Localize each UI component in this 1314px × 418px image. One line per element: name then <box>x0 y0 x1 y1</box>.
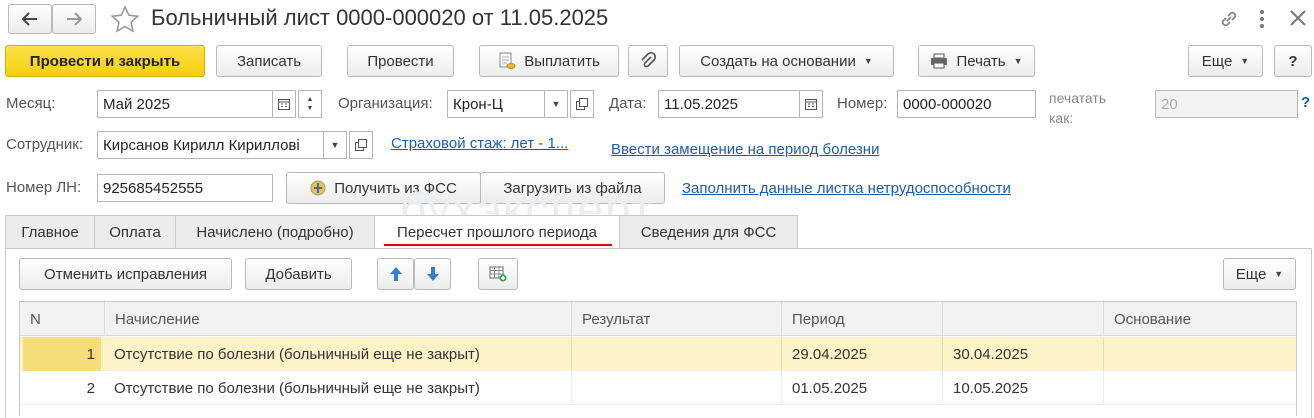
calendar-icon[interactable] <box>272 90 296 118</box>
basis-cell <box>1103 337 1296 371</box>
table-header: N Начисление Результат Период Основание <box>20 302 1296 336</box>
arrow-right-icon <box>67 12 82 26</box>
attach-button[interactable] <box>628 45 668 77</box>
move-down-button[interactable] <box>414 258 451 290</box>
tab-payment[interactable]: Оплата <box>94 215 176 248</box>
month-spinner[interactable]: ▲ ▼ <box>298 90 322 118</box>
period-from-cell: 29.04.2025 <box>781 337 942 371</box>
create-based-on-label: Создать на основании <box>700 52 856 70</box>
chevron-down-icon: ▼ <box>1013 56 1023 66</box>
arrow-up-icon <box>389 267 402 281</box>
move-up-button[interactable] <box>377 258 414 290</box>
organization-label: Организация: <box>338 95 433 112</box>
post-and-close-button[interactable]: Провести и закрыть <box>5 45 205 77</box>
result-cell <box>571 371 781 405</box>
arrow-down-icon <box>426 267 439 281</box>
window-title: Больничный лист 0000-000020 от 11.05.202… <box>151 5 609 30</box>
fss-shield-icon <box>310 180 326 196</box>
basis-cell <box>1103 371 1296 405</box>
open-employee-icon[interactable] <box>349 131 373 159</box>
tab-main[interactable]: Главное <box>5 215 95 248</box>
table-row[interactable]: 1 Отсутствие по болезни (больничный еще … <box>20 337 1296 371</box>
row-number: 1 <box>86 345 95 363</box>
print-button[interactable]: Печать ▼ <box>918 45 1035 77</box>
arrow-left-icon <box>22 12 37 26</box>
print-as-label-line2: как: <box>1049 110 1074 126</box>
spin-up-icon[interactable]: ▲ <box>307 95 314 104</box>
chevron-down-icon: ▼ <box>1240 56 1250 66</box>
period-to-cell: 10.05.2025 <box>942 371 1103 405</box>
accrual-cell: Отсутствие по болезни (больничный еще не… <box>114 345 480 363</box>
date-field[interactable]: 11.05.2025 <box>658 90 800 118</box>
month-label: Месяц: <box>6 95 56 112</box>
get-from-fss-button[interactable]: Получить из ФСС <box>286 172 481 204</box>
load-from-file-button[interactable]: Загрузить из файла <box>480 172 665 204</box>
tab-fss-info[interactable]: Сведения для ФСС <box>619 215 798 248</box>
row-number: 2 <box>86 379 95 397</box>
get-from-fss-label: Получить из ФСС <box>334 179 457 197</box>
more-button[interactable]: Еще ▼ <box>1188 45 1263 77</box>
link-icon[interactable] <box>1218 8 1240 34</box>
col-period[interactable]: Период <box>781 302 942 336</box>
table-add-icon <box>489 266 507 282</box>
col-result[interactable]: Результат <box>571 302 781 336</box>
create-based-on-button[interactable]: Создать на основании ▼ <box>679 45 894 77</box>
close-icon[interactable] <box>1288 8 1308 32</box>
open-organization-icon[interactable] <box>570 90 594 118</box>
spin-down-icon[interactable]: ▼ <box>307 104 314 113</box>
post-button[interactable]: Провести <box>347 45 454 77</box>
active-tab-underline <box>384 244 612 246</box>
insurance-experience-link[interactable]: Страховой стаж: лет - 1... <box>391 135 568 152</box>
ln-number-field[interactable]: 925685452555 <box>97 174 273 202</box>
replacement-link[interactable]: Ввести замещение на период болезни <box>611 141 879 158</box>
cancel-corrections-button[interactable]: Отменить исправления <box>19 258 232 290</box>
ln-number-label: Номер ЛН: <box>6 179 82 196</box>
more-button-label: Еще <box>1201 52 1233 70</box>
calendar-icon[interactable] <box>799 90 823 118</box>
fill-sick-leave-data-link[interactable]: Заполнить данные листка нетрудоспособнос… <box>682 180 1011 197</box>
document-coins-icon <box>499 52 516 69</box>
help-button[interactable]: ? <box>1274 45 1312 77</box>
paperclip-icon <box>641 52 656 68</box>
number-label: Номер: <box>837 95 888 112</box>
row-number-cell: 1 <box>23 337 101 371</box>
chevron-down-icon: ▼ <box>863 56 873 66</box>
period-from-cell: 01.05.2025 <box>781 371 942 405</box>
pay-button[interactable]: Выплатить <box>479 45 619 77</box>
col-period-end[interactable] <box>942 302 1103 336</box>
pay-button-label: Выплатить <box>524 52 600 70</box>
printer-icon <box>931 53 948 69</box>
employee-label: Сотрудник: <box>6 136 84 153</box>
print-as-label-line1: печатать <box>1049 90 1107 106</box>
row-number-cell: 2 <box>23 371 101 405</box>
chevron-down-icon: ▼ <box>1274 269 1284 279</box>
add-button[interactable]: Добавить <box>245 258 352 290</box>
tab-accrued-detail[interactable]: Начислено (подробно) <box>175 215 375 248</box>
back-button[interactable] <box>8 4 52 34</box>
forward-button[interactable] <box>52 4 96 34</box>
favorite-star-icon[interactable] <box>110 5 140 39</box>
menu-kebab-icon[interactable] <box>1258 8 1266 34</box>
save-button[interactable]: Записать <box>216 45 322 77</box>
employee-field[interactable]: Кирсанов Кирилл Кирилловi <box>97 131 324 159</box>
dropdown-icon[interactable]: ▼ <box>323 131 347 159</box>
col-basis[interactable]: Основание <box>1103 302 1296 336</box>
period-to-cell: 30.04.2025 <box>942 337 1103 371</box>
col-accrual[interactable]: Начисление <box>104 302 571 336</box>
table-row[interactable]: 2 Отсутствие по болезни (больничный еще … <box>20 371 1296 405</box>
month-field[interactable]: Май 2025 <box>97 90 273 118</box>
fill-table-button[interactable] <box>478 258 518 290</box>
accrual-cell: Отсутствие по болезни (больничный еще не… <box>114 379 480 397</box>
col-n[interactable]: N <box>20 302 104 336</box>
table-more-label: Еще <box>1235 265 1267 283</box>
help-question-icon[interactable]: ? <box>1301 94 1310 111</box>
result-cell <box>571 337 781 371</box>
print-button-label: Печать <box>956 52 1006 70</box>
print-as-field: 20 <box>1155 90 1298 118</box>
date-label: Дата: <box>609 95 647 112</box>
number-field[interactable]: 0000-000020 <box>897 90 1036 118</box>
organization-field[interactable]: Крон-Ц <box>447 90 545 118</box>
dropdown-icon[interactable]: ▼ <box>544 90 568 118</box>
table-more-button[interactable]: Еще ▼ <box>1223 258 1296 290</box>
